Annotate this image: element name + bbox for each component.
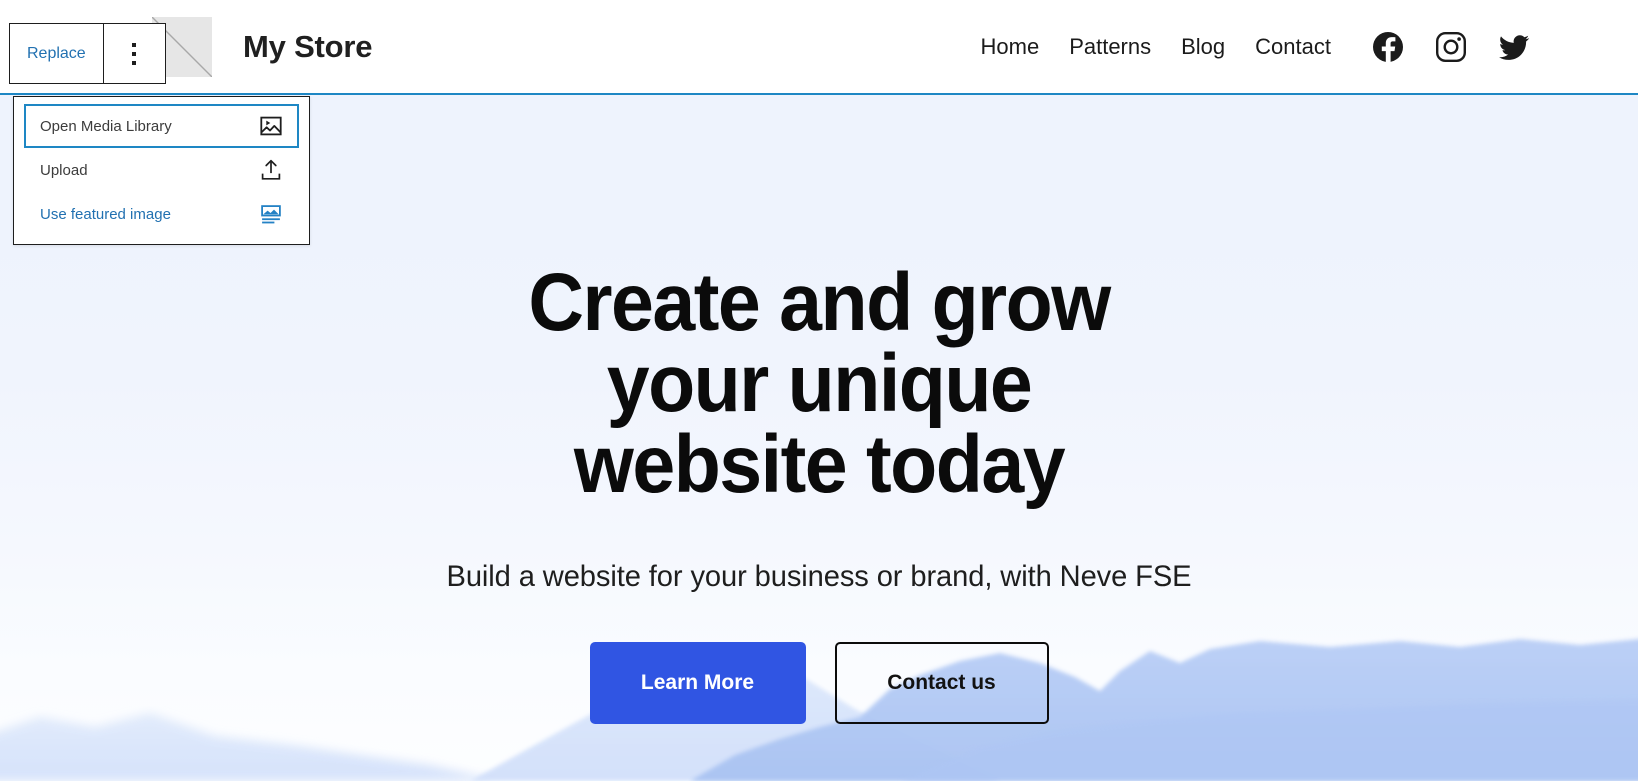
instagram-icon[interactable] xyxy=(1435,31,1467,63)
menu-item-label: Upload xyxy=(40,161,88,179)
hero-subheading: Build a website for your business or bra… xyxy=(446,559,1192,593)
menu-item-label: Use featured image xyxy=(40,205,171,223)
site-header: My Store Home Patterns Blog Contact xyxy=(0,0,1638,94)
social-links xyxy=(1372,31,1530,63)
featured-image-icon xyxy=(258,201,284,227)
facebook-icon[interactable] xyxy=(1372,31,1404,63)
nav-item-blog[interactable]: Blog xyxy=(1166,34,1240,60)
nav-list: Home Patterns Blog Contact xyxy=(966,34,1347,60)
more-options-button[interactable] xyxy=(103,24,165,83)
contact-us-button[interactable]: Contact us xyxy=(834,641,1049,724)
learn-more-button[interactable]: Learn More xyxy=(589,641,806,724)
block-selection-indicator xyxy=(0,93,1638,95)
replace-button[interactable]: Replace xyxy=(10,24,104,83)
image-icon xyxy=(258,113,284,139)
primary-navigation: Home Patterns Blog Contact xyxy=(966,0,1638,94)
menu-item-label: Open Media Library xyxy=(40,117,172,135)
nav-item-contact[interactable]: Contact xyxy=(1240,34,1346,60)
site-title: My Store xyxy=(243,29,373,64)
editor-canvas: My Store Home Patterns Blog Contact Repl… xyxy=(0,0,1638,781)
twitter-icon[interactable] xyxy=(1498,31,1530,63)
nav-item-home[interactable]: Home xyxy=(966,34,1055,60)
dots-vertical-icon xyxy=(132,42,137,65)
menu-item-use-featured-image[interactable]: Use featured image xyxy=(24,192,299,236)
upload-icon xyxy=(258,157,284,183)
hero-button-group: Learn More Contact us xyxy=(589,594,1049,724)
menu-item-upload[interactable]: Upload xyxy=(24,148,299,192)
replace-dropdown-menu: Open Media Library Upload Use featured i… xyxy=(13,96,310,245)
nav-item-patterns[interactable]: Patterns xyxy=(1054,34,1166,60)
hero-heading: Create and grow your unique website toda… xyxy=(528,257,1111,511)
block-toolbar: Replace xyxy=(9,23,166,84)
menu-item-open-media-library[interactable]: Open Media Library xyxy=(24,104,299,148)
